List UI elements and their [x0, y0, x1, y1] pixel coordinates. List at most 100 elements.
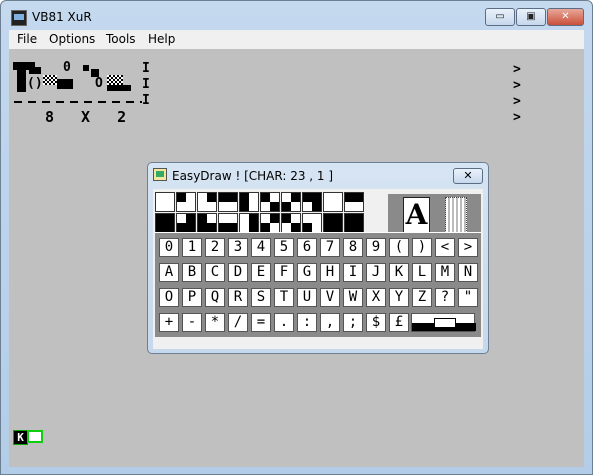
key-2-1[interactable]: P [182, 288, 202, 307]
key-1-5[interactable]: F [274, 263, 294, 282]
key-0-10[interactable]: ( [389, 238, 409, 257]
key-0-5[interactable]: 5 [274, 238, 294, 257]
key-3-10[interactable]: £ [389, 313, 409, 332]
dialog-body: A 0 1 2 3 4 5 6 7 8 9() < > A B C D E F G H I J K L M N O P Q R S T U V W X… [153, 189, 483, 349]
key-2-8[interactable]: W [343, 288, 363, 307]
block-graphic-tile[interactable] [302, 213, 322, 233]
main-window: VB81 XuR ▭ ▣ ✕ File Options Tools Help (… [0, 0, 593, 475]
block-graphic-tile[interactable] [344, 213, 364, 233]
pencil-icon[interactable] [411, 313, 476, 332]
key-3-1[interactable]: - [182, 313, 202, 332]
key-0-4[interactable]: 4 [251, 238, 271, 257]
key-1-2[interactable]: C [205, 263, 225, 282]
paren-glyph: () [27, 76, 43, 91]
key-0-1[interactable]: 1 [182, 238, 202, 257]
key-2-7[interactable]: V [320, 288, 340, 307]
letter-a-preview[interactable]: A [403, 197, 430, 233]
cursor-k: K [13, 430, 28, 445]
block-graphic-tile[interactable] [197, 192, 217, 212]
key-3-5[interactable]: . [274, 313, 294, 332]
key-1-0[interactable]: A [159, 263, 179, 282]
key-2-6[interactable]: U [297, 288, 317, 307]
easydraw-icon [153, 168, 167, 181]
block-graphic-tile[interactable] [218, 192, 238, 212]
key-0-11[interactable]: ) [412, 238, 432, 257]
key-3-9[interactable]: $ [366, 313, 386, 332]
separator-glyph: I [142, 77, 150, 92]
trash-icon[interactable] [445, 197, 467, 233]
key-1-10[interactable]: K [389, 263, 409, 282]
key-3-3[interactable]: / [228, 313, 248, 332]
block-graphic-tile[interactable] [323, 192, 343, 212]
minimize-button[interactable]: ▭ [485, 8, 515, 26]
key-1-8[interactable]: I [343, 263, 363, 282]
key-0-13[interactable]: > [458, 238, 478, 257]
menu-help[interactable]: Help [148, 32, 175, 46]
block-graphic-tile[interactable] [155, 192, 175, 212]
key-0-0[interactable]: 0 [159, 238, 179, 257]
key-0-8[interactable]: 8 [343, 238, 363, 257]
block-graphic-tile[interactable] [239, 213, 259, 233]
key-0-6[interactable]: 6 [297, 238, 317, 257]
key-2-4[interactable]: S [251, 288, 271, 307]
menu-file[interactable]: File [17, 32, 37, 46]
key-1-9[interactable]: J [366, 263, 386, 282]
arrow-glyph: > [513, 94, 521, 109]
block-graphic-tile[interactable] [302, 192, 322, 212]
block-graphic-tile[interactable] [260, 192, 280, 212]
key-1-11[interactable]: L [412, 263, 432, 282]
key-2-9[interactable]: X [366, 288, 386, 307]
key-3-7[interactable]: , [320, 313, 340, 332]
separator-glyph: I [142, 61, 150, 76]
close-button[interactable]: ✕ [547, 8, 584, 26]
block-graphic-tile[interactable] [197, 213, 217, 233]
key-1-4[interactable]: E [251, 263, 271, 282]
block-graphic-tile[interactable] [281, 192, 301, 212]
separator-glyph: I [142, 93, 150, 108]
dims-text: 8 X 2 [45, 108, 136, 126]
block-graphic-tile[interactable] [155, 213, 175, 233]
key-2-10[interactable]: Y [389, 288, 409, 307]
title-bar[interactable]: VB81 XuR ▭ ▣ ✕ [1, 1, 592, 31]
key-0-2[interactable]: 2 [205, 238, 225, 257]
dashed-line [14, 101, 142, 103]
key-1-3[interactable]: D [228, 263, 248, 282]
block-graphic-tile[interactable] [344, 192, 364, 212]
easydraw-dialog: EasyDraw ! [CHAR: 23 , 1 ] ✕ A 012345678… [147, 162, 489, 354]
key-0-12[interactable]: < [435, 238, 455, 257]
key-3-0[interactable]: + [159, 313, 179, 332]
key-2-5[interactable]: T [274, 288, 294, 307]
key-3-2[interactable]: * [205, 313, 225, 332]
menu-tools[interactable]: Tools [106, 32, 136, 46]
block-graphic-tile[interactable] [218, 213, 238, 233]
key-1-12[interactable]: M [435, 263, 455, 282]
zero-glyph: 0 [63, 60, 71, 75]
block-graphic-tile[interactable] [176, 192, 196, 212]
block-graphic-tile[interactable] [176, 213, 196, 233]
block-graphic-tile[interactable] [323, 213, 343, 233]
key-1-6[interactable]: G [297, 263, 317, 282]
block-graphic-tile[interactable] [239, 192, 259, 212]
key-3-4[interactable]: = [251, 313, 271, 332]
key-2-3[interactable]: R [228, 288, 248, 307]
key-0-3[interactable]: 3 [228, 238, 248, 257]
key-1-1[interactable]: B [182, 263, 202, 282]
key-2-11[interactable]: Z [412, 288, 432, 307]
block-graphic-tile[interactable] [260, 213, 280, 233]
dialog-close-button[interactable]: ✕ [453, 168, 483, 184]
maximize-button[interactable]: ▣ [516, 8, 546, 26]
menu-options[interactable]: Options [49, 32, 95, 46]
key-2-13[interactable]: " [458, 288, 478, 307]
key-0-9[interactable]: 9 [366, 238, 386, 257]
key-3-6[interactable]: : [297, 313, 317, 332]
key-1-7[interactable]: H [320, 263, 340, 282]
key-0-7[interactable]: 7 [320, 238, 340, 257]
key-2-12[interactable]: ? [435, 288, 455, 307]
key-2-2[interactable]: Q [205, 288, 225, 307]
key-3-8[interactable]: ; [343, 313, 363, 332]
key-2-0[interactable]: O [159, 288, 179, 307]
key-1-13[interactable]: N [458, 263, 478, 282]
block-graphic-tile[interactable] [281, 213, 301, 233]
preview-panel: A [388, 194, 481, 236]
oh-glyph: O [95, 76, 103, 91]
